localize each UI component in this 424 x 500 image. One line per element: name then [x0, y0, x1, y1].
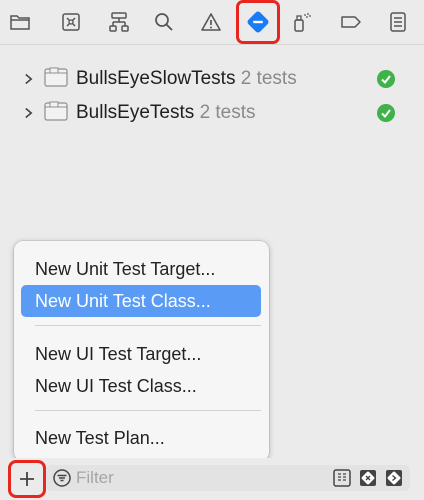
passed-checkmark-icon [377, 70, 395, 88]
test-row-label: BullsEyeTests 2 tests [76, 101, 256, 125]
test-name: BullsEyeSlowTests [76, 68, 236, 89]
test-row-bullseyeslowtests[interactable]: BullsEyeSlowTests 2 tests [0, 64, 424, 94]
project-navigator-button[interactable] [4, 6, 36, 38]
add-button[interactable] [8, 460, 46, 498]
plus-icon [20, 472, 34, 486]
symbol-navigator-button[interactable] [103, 6, 135, 38]
filter-icon [53, 469, 71, 487]
test-navigator-button[interactable] [236, 0, 280, 44]
navigator-toolbar [0, 0, 424, 44]
filter-input[interactable] [76, 465, 316, 491]
breakpoint-icon [341, 16, 361, 28]
disclosure-chevron-icon[interactable] [22, 105, 34, 121]
test-diamond-icon [247, 11, 269, 33]
menu-item-new-ui-test-class[interactable]: New UI Test Class... [21, 370, 261, 402]
issue-navigator-button[interactable] [195, 6, 227, 38]
menu-item-new-unit-test-target[interactable]: New Unit Test Target... [21, 253, 261, 285]
breakpoint-navigator-button[interactable] [335, 6, 367, 38]
source-control-icon [62, 13, 80, 31]
test-bundle-icon [44, 67, 68, 87]
menu-item-new-ui-test-target[interactable]: New UI Test Target... [21, 338, 261, 370]
test-plan-scheme-icon[interactable] [332, 468, 352, 488]
menu-item-new-test-plan[interactable]: New Test Plan... [21, 422, 261, 454]
folder-icon [10, 15, 30, 30]
search-icon [155, 13, 173, 31]
menu-item-new-unit-test-class[interactable]: New Unit Test Class... [21, 285, 261, 317]
test-name: BullsEyeTests [76, 102, 195, 123]
source-control-navigator-button[interactable] [55, 6, 87, 38]
disclosure-chevron-icon[interactable] [22, 71, 34, 87]
test-count: 2 tests [199, 102, 256, 123]
menu-separator [35, 325, 261, 326]
failed-tests-filter-icon[interactable] [358, 468, 378, 488]
report-navigator-button[interactable] [382, 6, 414, 38]
toolbar-divider [0, 44, 424, 45]
hierarchy-icon [109, 12, 129, 32]
warning-icon [201, 13, 221, 31]
find-navigator-button[interactable] [148, 6, 180, 38]
report-icon [390, 12, 406, 32]
test-bundle-icon [44, 101, 68, 121]
debug-navigator-button[interactable] [285, 6, 317, 38]
test-row-label: BullsEyeSlowTests 2 tests [76, 67, 297, 91]
filter-bar [0, 458, 424, 500]
menu-separator [35, 410, 261, 411]
add-test-menu: New Unit Test Target... New Unit Test Cl… [14, 241, 269, 461]
test-row-bullseyetests[interactable]: BullsEyeTests 2 tests [0, 98, 424, 128]
spray-can-icon [294, 13, 311, 32]
filter-field[interactable] [46, 465, 410, 491]
skipped-tests-filter-icon[interactable] [384, 468, 404, 488]
passed-checkmark-icon [377, 104, 395, 122]
test-count: 2 tests [240, 68, 297, 89]
